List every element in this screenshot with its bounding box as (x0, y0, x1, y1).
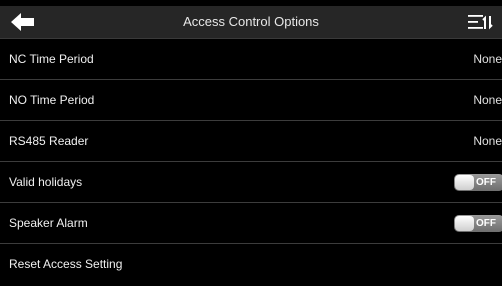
back-arrow-icon (11, 13, 34, 31)
speaker-alarm-toggle[interactable]: OFF (454, 215, 502, 232)
row-value: None (473, 93, 502, 107)
row-label: NO Time Period (9, 93, 95, 107)
sort-button[interactable] (460, 6, 502, 38)
row-label: Speaker Alarm (9, 216, 88, 230)
options-list: NC Time Period None NO Time Period None … (0, 39, 502, 284)
toggle-knob (455, 175, 474, 190)
row-value: None (473, 134, 502, 148)
row-label: NC Time Period (9, 52, 94, 66)
valid-holidays-toggle[interactable]: OFF (454, 174, 502, 191)
row-label: Reset Access Setting (9, 257, 123, 271)
row-no-time-period[interactable]: NO Time Period None (0, 80, 502, 121)
row-speaker-alarm: Speaker Alarm OFF (0, 203, 502, 244)
row-rs485-reader[interactable]: RS485 Reader None (0, 121, 502, 162)
row-nc-time-period[interactable]: NC Time Period None (0, 39, 502, 80)
row-valid-holidays: Valid holidays OFF (0, 162, 502, 203)
toggle-state-label: OFF (476, 218, 496, 229)
row-value: None (473, 52, 502, 66)
row-reset-access-setting[interactable]: Reset Access Setting (0, 244, 502, 284)
screen: Access Control Options NC Time Period No… (0, 0, 502, 286)
row-label: Valid holidays (9, 175, 83, 189)
header-bar: Access Control Options (0, 6, 502, 39)
row-label: RS485 Reader (9, 134, 89, 148)
sort-list-icon (468, 15, 493, 30)
page-title: Access Control Options (183, 14, 319, 29)
toggle-state-label: OFF (476, 177, 496, 188)
back-button[interactable] (0, 6, 46, 38)
toggle-knob (455, 216, 474, 231)
